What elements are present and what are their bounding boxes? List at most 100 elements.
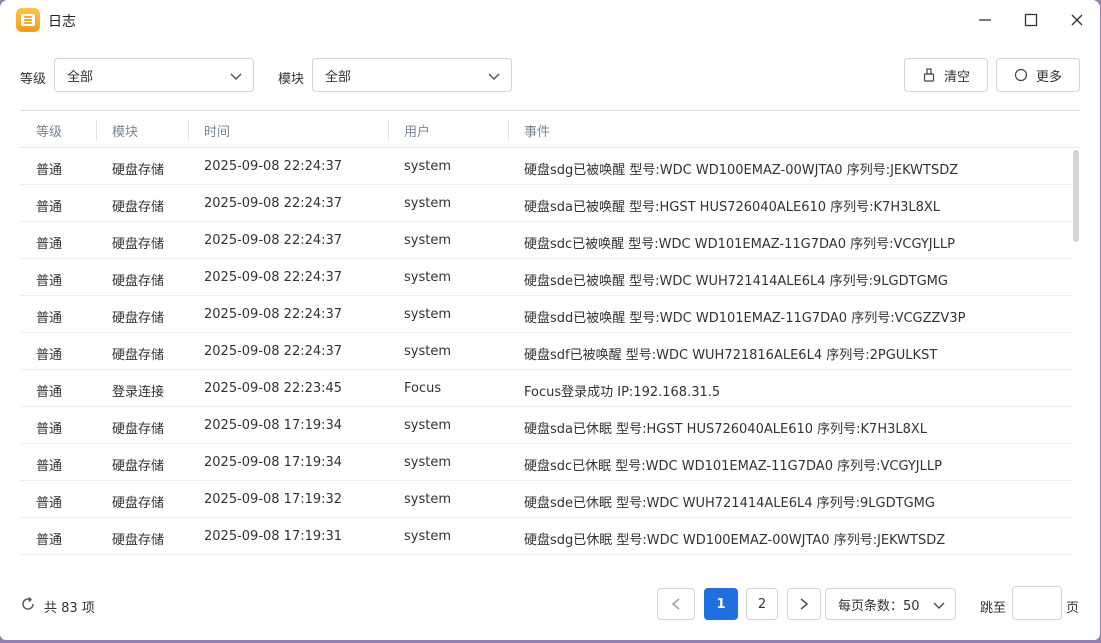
scrollbar-thumb[interactable] <box>1073 150 1079 242</box>
column-header-user[interactable]: 用户 <box>404 121 430 140</box>
cell-module: 硬盘存储 <box>112 533 165 548</box>
cell-time: 2025-09-08 22:24:37 <box>204 196 343 211</box>
cell-level: 普通 <box>36 274 63 289</box>
more-button[interactable]: 更多 <box>996 58 1080 92</box>
chevron-right-icon <box>800 598 809 610</box>
table-row[interactable]: 普通 登录连接 2025-09-08 22:23:45 Focus Focus登录成功 … <box>20 370 1072 407</box>
page-size-select[interactable]: 每页条数：50 <box>825 588 956 620</box>
close-icon <box>1071 14 1083 26</box>
column-divider <box>188 120 189 140</box>
cell-user: system <box>404 455 451 470</box>
cell-level: 普通 <box>36 422 63 437</box>
cell-module: 硬盘存储 <box>112 496 165 511</box>
cell-event: 硬盘sde已被唤醒 型号:WDC WUH721414ALE6L4 序列号:9LG… <box>524 274 948 289</box>
column-header-time[interactable]: 时间 <box>204 121 230 140</box>
module-filter-select[interactable]: 全部 <box>312 58 512 92</box>
cell-level: 普通 <box>36 163 63 178</box>
vertical-scrollbar[interactable] <box>1072 148 1080 566</box>
chevron-down-icon <box>230 73 242 81</box>
cell-event: 硬盘sdd已被唤醒 型号:WDC WD101EMAZ-11G7DA0 序列号:V… <box>524 311 966 326</box>
cell-time: 2025-09-08 17:19:32 <box>204 492 343 507</box>
page-button-1[interactable]: 1 <box>704 588 738 620</box>
cell-module: 硬盘存储 <box>112 459 165 474</box>
cell-time: 2025-09-08 17:19:31 <box>204 529 343 544</box>
jump-to-label: 跳至 <box>980 601 1007 616</box>
cell-module: 硬盘存储 <box>112 237 165 252</box>
table-row[interactable]: 普通 硬盘存储 2025-09-08 22:24:37 system 硬盘sda已被唤醒… <box>20 185 1072 222</box>
table-body[interactable]: 普通 硬盘存储 2025-09-08 22:24:37 system 硬盘sdg已被唤醒… <box>20 148 1072 566</box>
cell-module: 硬盘存储 <box>112 200 165 215</box>
cell-module: 硬盘存储 <box>112 274 165 289</box>
table-row[interactable]: 普通 硬盘存储 2025-09-08 22:24:37 system 硬盘sde已被唤醒… <box>20 259 1072 296</box>
cell-user: system <box>404 196 451 211</box>
chevron-left-icon <box>671 598 680 610</box>
cell-time: 2025-09-08 22:24:37 <box>204 307 343 322</box>
minimize-icon <box>979 19 991 21</box>
minimize-button[interactable] <box>970 8 1000 32</box>
cell-user: system <box>404 270 451 285</box>
jump-to-page-input[interactable] <box>1012 586 1062 620</box>
page-button-2[interactable]: 2 <box>746 588 778 620</box>
column-header-event[interactable]: 事件 <box>524 121 550 140</box>
cell-time: 2025-09-08 22:24:37 <box>204 159 343 174</box>
cell-level: 普通 <box>36 459 63 474</box>
maximize-icon <box>1024 13 1038 27</box>
window-title: 日志 <box>48 14 76 30</box>
cell-level: 普通 <box>36 533 63 548</box>
log-window: 日志 等级 全部 模块 全部 清空 更多 等级 模块 时间 用户 事件 普通 硬… <box>0 0 1100 640</box>
table-header: 等级 模块 时间 用户 事件 <box>20 110 1080 148</box>
maximize-button[interactable] <box>1016 8 1046 32</box>
cell-event: 硬盘sdg已被唤醒 型号:WDC WD100EMAZ-00WJTA0 序列号:J… <box>524 163 959 178</box>
cell-event: 硬盘sdg已休眠 型号:WDC WD100EMAZ-00WJTA0 序列号:JE… <box>524 533 946 548</box>
prev-page-button[interactable] <box>657 588 695 620</box>
column-header-level[interactable]: 等级 <box>36 121 62 140</box>
page-size-value: 每页条数：50 <box>838 598 920 614</box>
cell-level: 普通 <box>36 348 63 363</box>
cell-module: 硬盘存储 <box>112 348 165 363</box>
table-row[interactable]: 普通 硬盘存储 2025-09-08 17:19:31 system 硬盘sdg已休眠 … <box>20 518 1072 555</box>
clear-button-label: 清空 <box>943 69 970 85</box>
circle-icon <box>1014 68 1028 82</box>
column-divider <box>508 120 509 140</box>
close-button[interactable] <box>1062 8 1092 32</box>
chevron-down-icon <box>488 73 500 81</box>
cell-time: 2025-09-08 22:24:37 <box>204 344 343 359</box>
cell-user: system <box>404 418 451 433</box>
cell-level: 普通 <box>36 200 63 215</box>
log-app-icon <box>16 8 40 32</box>
table-row[interactable]: 普通 硬盘存储 2025-09-08 17:19:34 system 硬盘sdc已休眠 … <box>20 444 1072 481</box>
column-divider <box>96 120 97 140</box>
cell-event: Focus登录成功 IP:192.168.31.5 <box>524 385 721 400</box>
table-row[interactable]: 普通 硬盘存储 2025-09-08 22:24:37 system 硬盘sdd已被唤醒… <box>20 296 1072 333</box>
table-row[interactable]: 普通 硬盘存储 2025-09-08 17:19:32 system 硬盘sde已休眠 … <box>20 481 1072 518</box>
cell-time: 2025-09-08 22:24:37 <box>204 233 343 248</box>
cell-event: 硬盘sde已休眠 型号:WDC WUH721414ALE6L4 序列号:9LGD… <box>524 496 935 511</box>
more-button-label: 更多 <box>1035 69 1062 85</box>
table-row[interactable]: 普通 硬盘存储 2025-09-08 17:19:34 system 硬盘sda已休眠 … <box>20 407 1072 444</box>
cell-module: 登录连接 <box>112 385 165 400</box>
cell-event: 硬盘sdc已被唤醒 型号:WDC WD101EMAZ-11G7DA0 序列号:V… <box>524 237 955 252</box>
column-header-module[interactable]: 模块 <box>112 121 138 140</box>
level-filter-value: 全部 <box>67 69 94 85</box>
cell-event: 硬盘sda已休眠 型号:HGST HUS726040ALE610 序列号:K7H… <box>524 422 928 437</box>
cell-time: 2025-09-08 17:19:34 <box>204 418 343 433</box>
column-divider <box>388 120 389 140</box>
module-filter-value: 全部 <box>325 69 352 85</box>
cell-level: 普通 <box>36 311 63 326</box>
table-row[interactable]: 普通 硬盘存储 2025-09-08 22:24:37 system 硬盘sdc已被唤醒… <box>20 222 1072 259</box>
table-row[interactable]: 普通 硬盘存储 2025-09-08 22:24:37 system 硬盘sdf已被唤醒… <box>20 333 1072 370</box>
clear-button[interactable]: 清空 <box>904 58 988 92</box>
refresh-button[interactable] <box>20 596 36 616</box>
total-count: 共 83 项 <box>44 601 95 616</box>
title-bar: 日志 <box>0 0 1100 40</box>
cell-event: 硬盘sdf已被唤醒 型号:WDC WUH721816ALE6L4 序列号:2PG… <box>524 348 938 363</box>
table-row[interactable]: 普通 硬盘存储 2025-09-08 22:24:37 system 硬盘sdg已被唤醒… <box>20 148 1072 185</box>
cell-module: 硬盘存储 <box>112 163 165 178</box>
level-filter-select[interactable]: 全部 <box>54 58 254 92</box>
cell-user: system <box>404 159 451 174</box>
cell-event: 硬盘sda已被唤醒 型号:HGST HUS726040ALE610 序列号:K7… <box>524 200 941 215</box>
cell-user: system <box>404 233 451 248</box>
cell-user: system <box>404 492 451 507</box>
next-page-button[interactable] <box>787 588 821 620</box>
cell-level: 普通 <box>36 385 63 400</box>
